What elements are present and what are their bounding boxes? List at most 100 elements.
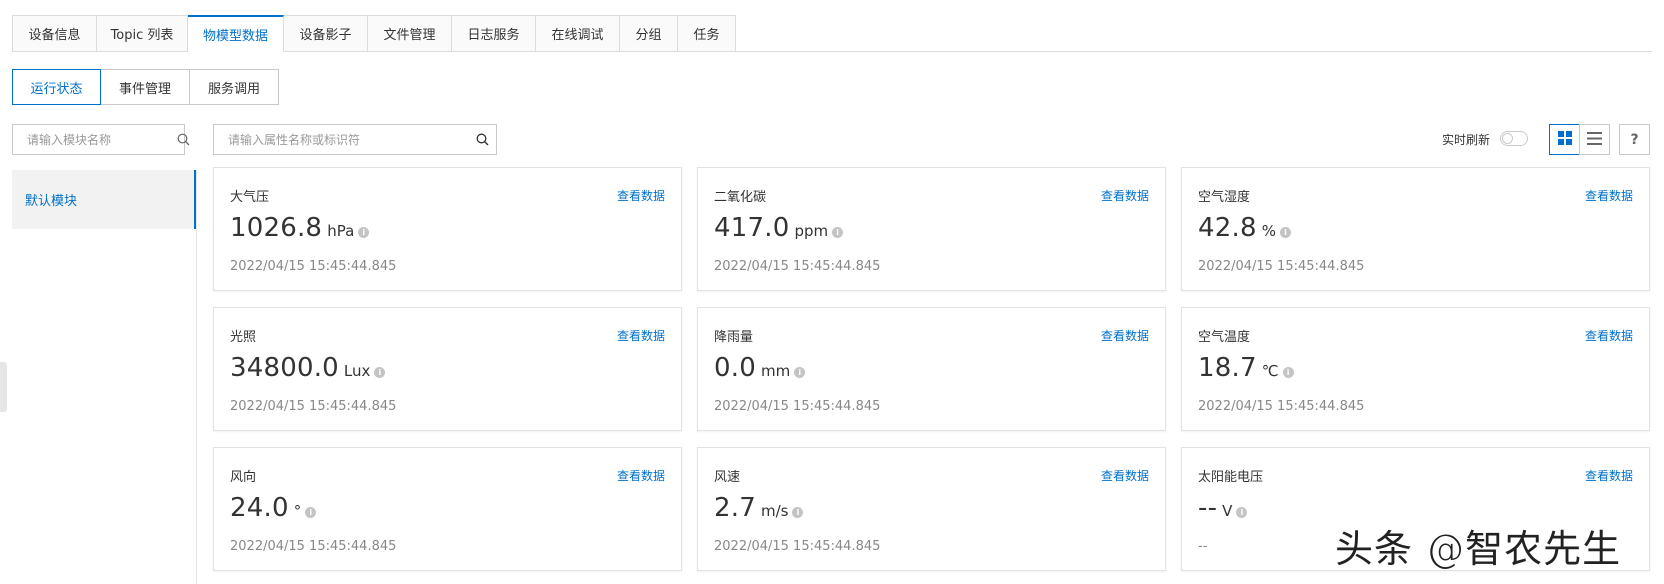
- property-card: 风向 查看数据 24.0 ° i 2022/04/15 15:45:44.845: [213, 447, 682, 571]
- property-unit: Lux: [343, 362, 371, 380]
- property-value: --: [1198, 493, 1218, 523]
- property-value: 2.7: [714, 493, 756, 523]
- property-name: 大气压: [230, 190, 270, 205]
- info-icon[interactable]: i: [1236, 507, 1248, 518]
- info-icon[interactable]: i: [832, 227, 844, 238]
- grid-view-button[interactable]: [1549, 124, 1580, 155]
- property-card: 风速 查看数据 2.7 m/s i 2022/04/15 15:45:44.845: [697, 447, 1166, 571]
- view-data-link[interactable]: 查看数据: [1101, 327, 1149, 344]
- property-value: 42.8: [1198, 213, 1257, 243]
- info-icon[interactable]: i: [305, 507, 317, 518]
- property-name: 光照: [230, 330, 257, 345]
- view-data-link[interactable]: 查看数据: [617, 187, 665, 204]
- toggle-knob: [1502, 133, 1513, 144]
- property-value-row: 34800.0 Lux i: [230, 353, 386, 383]
- property-value: 1026.8: [230, 213, 323, 243]
- property-timestamp: 2022/04/15 15:45:44.845: [1198, 259, 1365, 274]
- property-value-row: -- Vi: [1198, 493, 1248, 523]
- property-unit: m/s: [760, 502, 789, 520]
- property-card: 降雨量 查看数据 0.0 mm i 2022/04/15 15:45:44.845: [697, 307, 1166, 431]
- module-panel-divider: [196, 170, 197, 584]
- property-unit: ppm: [794, 222, 829, 240]
- property-name: 空气湿度: [1198, 190, 1251, 205]
- list-icon: [1587, 130, 1602, 149]
- tab-online-debug[interactable]: 在线调试: [536, 15, 620, 52]
- tab-device-info[interactable]: 设备信息: [12, 15, 97, 52]
- property-value-row: 2.7 m/s i: [714, 493, 804, 523]
- info-icon[interactable]: i: [1282, 367, 1294, 378]
- tab-task[interactable]: 任务: [678, 15, 736, 52]
- property-timestamp: 2022/04/15 15:45:44.845: [230, 399, 397, 414]
- watermark: 头条 @智农先生: [1335, 527, 1622, 571]
- tab-running-status[interactable]: 运行状态: [12, 69, 101, 105]
- property-card: 大气压 查看数据 1026.8 hPa i 2022/04/15 15:45:44.845: [213, 167, 682, 291]
- property-value: 417.0: [714, 213, 790, 243]
- property-value-row: 18.7 ℃ i: [1198, 353, 1294, 383]
- property-value-row: 1026.8 hPa i: [230, 213, 370, 243]
- property-value-row: 42.8% i: [1198, 213, 1291, 243]
- property-value-row: 417.0 ppm i: [714, 213, 844, 243]
- view-data-link[interactable]: 查看数据: [617, 327, 665, 344]
- property-unit: %: [1261, 222, 1276, 240]
- tab-service-call[interactable]: 服务调用: [190, 69, 279, 105]
- property-card: 二氧化碳 查看数据 417.0 ppm i 2022/04/15 15:45:44.845: [697, 167, 1166, 291]
- property-value-row: 24.0 ° i: [230, 493, 317, 523]
- property-timestamp: 2022/04/15 15:45:44.845: [1198, 399, 1365, 414]
- property-unit: mm: [760, 362, 791, 380]
- property-name: 空气温度: [1198, 330, 1251, 345]
- tab-event-management[interactable]: 事件管理: [101, 69, 190, 105]
- property-timestamp: 2022/04/15 15:45:44.845: [230, 259, 397, 274]
- property-timestamp: --: [1198, 539, 1208, 554]
- sub-tabs: 运行状态 事件管理 服务调用: [12, 69, 279, 105]
- info-icon[interactable]: i: [1279, 227, 1291, 238]
- list-view-button[interactable]: [1579, 124, 1610, 155]
- realtime-refresh-label: 实时刷新: [1442, 133, 1491, 147]
- property-name: 二氧化碳: [714, 190, 767, 205]
- tab-log-service[interactable]: 日志服务: [452, 15, 536, 52]
- property-timestamp: 2022/04/15 15:45:44.845: [714, 259, 881, 274]
- property-name: 太阳能电压: [1198, 470, 1264, 485]
- property-unit: hPa: [327, 222, 355, 240]
- property-timestamp: 2022/04/15 15:45:44.845: [230, 539, 397, 554]
- tab-group[interactable]: 分组: [620, 15, 678, 52]
- search-icon[interactable]: [177, 125, 190, 154]
- search-icon[interactable]: [468, 125, 496, 154]
- property-unit: V: [1222, 502, 1233, 520]
- view-data-link[interactable]: 查看数据: [1101, 467, 1149, 484]
- property-search-input[interactable]: [214, 125, 468, 154]
- view-data-link[interactable]: 查看数据: [1101, 187, 1149, 204]
- collapse-handle[interactable]: [0, 362, 7, 412]
- property-card: 光照 查看数据 34800.0 Lux i 2022/04/15 15:45:44.845: [213, 307, 682, 431]
- top-tabs: 设备信息 Topic 列表 物模型数据 设备影子 文件管理 日志服务 在线调试 …: [12, 15, 736, 52]
- info-icon[interactable]: i: [374, 367, 386, 378]
- module-item-default[interactable]: 默认模块: [12, 170, 196, 229]
- property-value: 24.0: [230, 493, 289, 523]
- view-data-link[interactable]: 查看数据: [1585, 187, 1633, 204]
- realtime-refresh-toggle[interactable]: [1500, 131, 1528, 146]
- module-search: [12, 124, 190, 155]
- help-button[interactable]: ?: [1619, 124, 1650, 155]
- property-value-row: 0.0 mm i: [714, 353, 806, 383]
- property-unit: ℃: [1261, 362, 1279, 380]
- property-name: 风向: [230, 470, 257, 485]
- tab-thing-model-data[interactable]: 物模型数据: [188, 15, 284, 52]
- tab-device-shadow[interactable]: 设备影子: [284, 15, 368, 52]
- property-name: 降雨量: [714, 330, 754, 345]
- view-data-link[interactable]: 查看数据: [1585, 327, 1633, 344]
- module-search-input[interactable]: [13, 125, 177, 154]
- property-timestamp: 2022/04/15 15:45:44.845: [714, 399, 881, 414]
- grid-icon: [1557, 130, 1572, 149]
- property-value: 0.0: [714, 353, 756, 383]
- property-value: 18.7: [1198, 353, 1257, 383]
- info-icon[interactable]: i: [358, 227, 370, 238]
- info-icon[interactable]: i: [792, 507, 804, 518]
- info-icon[interactable]: i: [794, 367, 806, 378]
- tab-topic-list[interactable]: Topic 列表: [97, 15, 188, 52]
- tab-file-management[interactable]: 文件管理: [368, 15, 452, 52]
- property-name: 风速: [714, 470, 741, 485]
- view-data-link[interactable]: 查看数据: [1585, 467, 1633, 484]
- view-data-link[interactable]: 查看数据: [617, 467, 665, 484]
- property-card: 空气温度 查看数据 18.7 ℃ i 2022/04/15 15:45:44.845: [1181, 307, 1650, 431]
- property-unit: °: [293, 502, 302, 520]
- property-card: 空气湿度 查看数据 42.8% i 2022/04/15 15:45:44.845: [1181, 167, 1650, 291]
